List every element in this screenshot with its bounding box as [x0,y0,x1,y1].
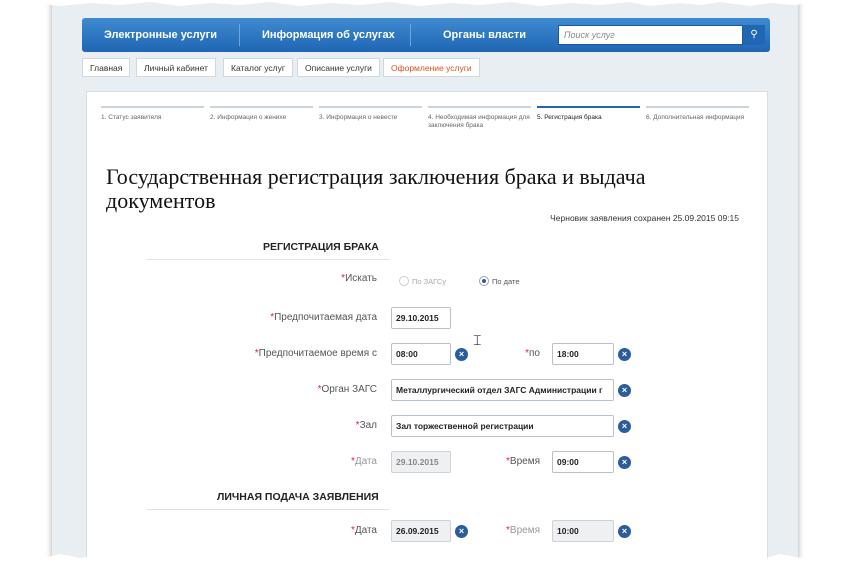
submission-time-text: Время [509,525,540,536]
time-text: Время [509,456,540,467]
submission-date-label: *Дата [351,525,377,536]
hall-select[interactable]: Зал торжественной регистрации [391,415,614,437]
clear-time-from-icon[interactable]: × [455,348,468,361]
step-3[interactable]: 3. Информация о невесте [319,106,422,134]
clear-registration-time-icon[interactable]: × [618,456,631,469]
clear-submission-date-icon[interactable]: × [455,525,468,538]
nav-separator [239,24,240,46]
clear-time-to-icon[interactable]: × [618,348,631,361]
preferred-date-text: Предпочитаемая дата [274,312,377,323]
nav-separator [410,24,411,46]
crumb-cabinet[interactable]: Личный кабинет [136,58,216,77]
section-divider [147,259,389,260]
radio-by-office-label: По ЗАГСу [412,277,447,286]
crumb-description[interactable]: Описание услуги [297,58,380,77]
office-text: Орган ЗАГС [321,384,377,395]
text-cursor-icon: ⌶ [473,332,482,348]
submission-date-field[interactable]: 26.09.2015 [391,520,451,542]
step-4[interactable]: 4. Необходимая информация для заключения… [428,106,531,134]
step-indicator: 1. Статус заявителя 2. Информация о жени… [101,106,751,136]
step-5[interactable]: 5. Регистрация брака [537,106,640,134]
section-title-registration: РЕГИСТРАЦИЯ БРАКА [263,241,379,253]
nav-electronic-services[interactable]: Электронные услуги [104,18,217,52]
submission-time-label: *Время [506,525,540,536]
registration-date-field: 29.10.2015 [391,451,451,473]
radio-by-date[interactable] [479,276,489,286]
search-by-text: Искать [345,273,377,284]
section-divider [147,509,389,510]
clear-office-icon[interactable]: × [618,384,631,397]
radio-by-date-label: По дате [492,277,520,286]
time-from-input[interactable]: 08:00 [391,343,451,365]
nav-authorities[interactable]: Органы власти [443,18,526,52]
page-title: Государственная регистрация заключения б… [106,164,646,213]
crumb-home[interactable]: Главная [82,58,131,77]
time-to-input[interactable]: 18:00 [552,343,614,365]
search-by-label: *Искать [341,273,377,284]
time-to-label: *по [525,348,540,359]
preferred-date-input[interactable]: 29.10.2015 [391,307,451,329]
office-select[interactable]: Металлургический отдел ЗАГС Администраци… [391,379,614,401]
submission-time-field[interactable]: 10:00 [552,520,614,542]
hall-text: Зал [359,420,377,431]
date-label: *Дата [351,456,377,467]
clear-submission-time-icon[interactable]: × [618,525,631,538]
step-6[interactable]: 6. Дополнительная информация [646,106,749,134]
step-2[interactable]: 2. Информация о женихе [210,106,313,134]
office-label: *Орган ЗАГС [318,384,377,395]
radio-by-office[interactable] [399,276,409,286]
search-input[interactable]: Поиск услуг [558,25,743,45]
torn-edge-bottom [0,554,847,577]
time-label: *Время [506,456,540,467]
hall-label: *Зал [356,420,377,431]
form-card: 1. Статус заявителя 2. Информация о жени… [86,91,768,560]
registration-time-input[interactable]: 09:00 [552,451,614,473]
clear-hall-icon[interactable]: × [618,420,631,433]
time-to-text: по [529,348,540,359]
preferred-time-label: *Предпочитаемое время с [255,348,377,359]
crumb-catalog[interactable]: Каталог услуг [223,58,293,77]
torn-edge-top [0,0,847,6]
crumb-current: Оформление услуги [383,58,480,77]
search-icon[interactable]: ⚲ [743,25,765,45]
nav-service-info[interactable]: Информация об услугах [262,18,395,52]
date-text: Дата [354,456,377,467]
browser-page: Электронные услуги Информация об услугах… [52,0,798,560]
preferred-time-text: Предпочитаемое время с [258,348,377,359]
preferred-date-label: *Предпочитаемая дата [270,312,377,323]
draft-status: Черновик заявления сохранен 25.09.2015 0… [550,213,739,223]
step-1[interactable]: 1. Статус заявителя [101,106,204,134]
main-nav: Электронные услуги Информация об услугах… [82,18,770,52]
submission-date-text: Дата [354,525,377,536]
section-title-submission: ЛИЧНАЯ ПОДАЧА ЗАЯВЛЕНИЯ [217,491,379,503]
